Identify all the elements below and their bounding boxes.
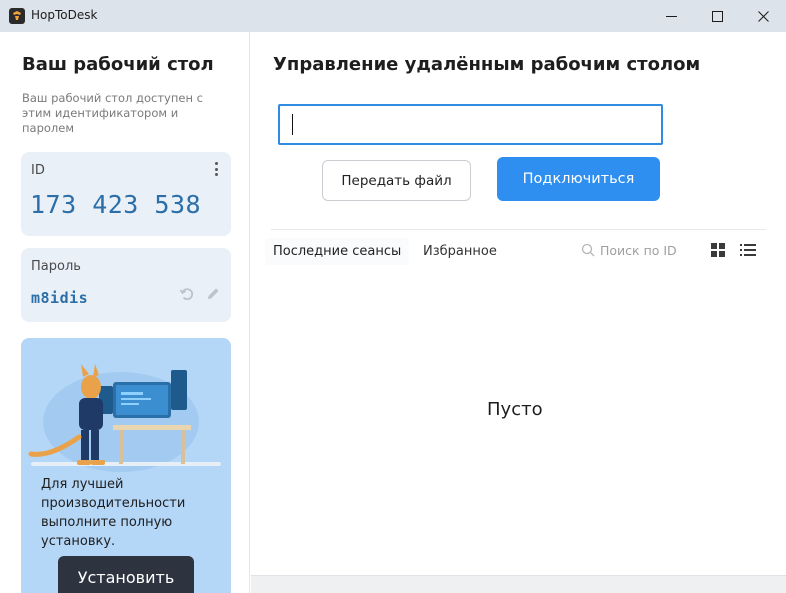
search-box[interactable] (581, 238, 701, 262)
search-input[interactable] (600, 242, 695, 258)
install-button[interactable]: Установить (58, 556, 194, 593)
tab-recent-sessions[interactable]: Последние сеансы (265, 238, 410, 265)
main-panel: Управление удалённым рабочим столом Пере… (251, 32, 786, 593)
close-button[interactable] (740, 0, 786, 32)
connect-button[interactable]: Подключиться (497, 157, 660, 201)
main-title: Управление удалённым рабочим столом (273, 54, 701, 75)
remote-id-input[interactable] (278, 104, 663, 145)
more-options-icon[interactable] (211, 160, 221, 178)
password-card: Пароль m8idis (21, 248, 231, 322)
minimize-icon (665, 15, 677, 17)
empty-state-label: Пусто (487, 399, 543, 420)
list-view-icon[interactable] (740, 243, 756, 257)
window-title: HopToDesk (31, 8, 98, 22)
grid-view-icon[interactable] (711, 243, 725, 257)
maximize-icon (711, 10, 723, 22)
sidebar-description: Ваш рабочий стол доступен с этим идентиф… (22, 91, 203, 135)
promo-illustration (28, 364, 221, 472)
promo-text: Для лучшей производительности выполните … (41, 477, 186, 549)
refresh-password-icon[interactable] (179, 286, 195, 302)
app-logo-icon (9, 8, 25, 24)
bottom-bar (251, 575, 786, 593)
maximize-button[interactable] (694, 0, 740, 32)
section-divider (271, 229, 766, 230)
id-card: ID 173 423 538 (21, 152, 231, 236)
sidebar-title: Ваш рабочий стол (22, 54, 214, 75)
id-label: ID (31, 163, 45, 178)
tab-favorites[interactable]: Избранное (423, 244, 497, 259)
minimize-button[interactable] (648, 0, 694, 32)
title-bar: HopToDesk (0, 0, 786, 32)
install-promo: Для лучшей производительности выполните … (21, 338, 231, 593)
edit-password-icon[interactable] (205, 286, 221, 302)
id-value: 173 423 538 (30, 190, 202, 219)
password-label: Пароль (31, 259, 81, 274)
close-icon (757, 10, 769, 22)
search-icon (581, 243, 595, 257)
password-value: m8idis (31, 289, 89, 307)
sidebar: Ваш рабочий стол Ваш рабочий стол доступ… (0, 32, 250, 593)
text-caret (292, 114, 293, 135)
transfer-file-button[interactable]: Передать файл (322, 160, 471, 201)
